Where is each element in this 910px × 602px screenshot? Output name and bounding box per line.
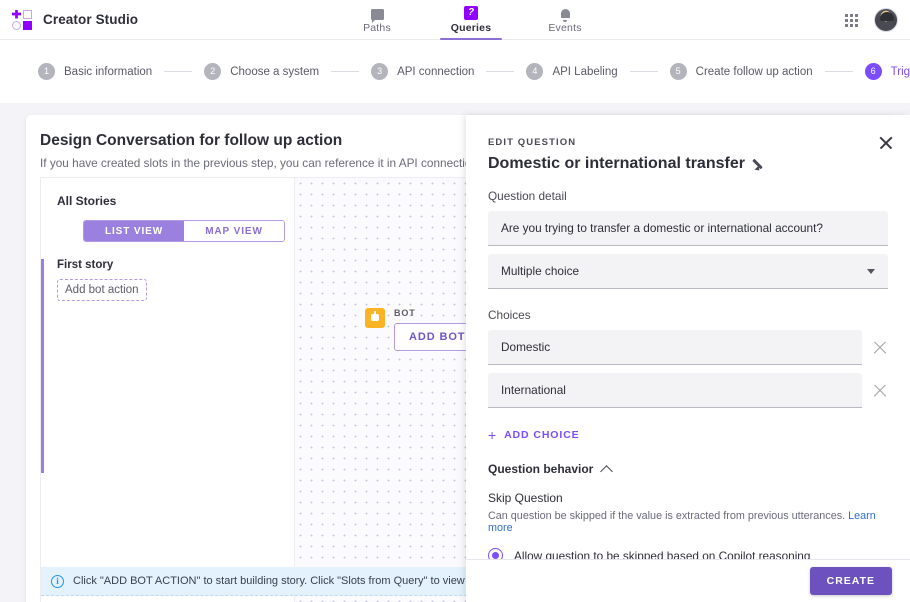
choice-row: Domestic [488,330,888,365]
info-toast: i Click "ADD BOT ACTION" to start buildi… [41,567,507,596]
app-root: Creator Studio Paths ? Queries Events 1 … [0,0,910,602]
stepper-step-3[interactable]: 3 API connection [371,63,474,80]
stepper-step-2[interactable]: 2 Choose a system [204,63,319,80]
stepper-step-number: 6 [864,63,882,80]
remove-choice-icon[interactable] [872,383,888,399]
stories-title: All Stories [57,194,117,208]
choice-input[interactable]: Domestic [488,330,862,365]
main-nav: Paths ? Queries Events [330,0,612,40]
question-behavior-title: Question behavior [488,462,594,476]
stepper-step-label: Create follow up action [695,65,813,78]
bell-icon [560,6,571,22]
top-right-actions [845,0,898,40]
stepper-step-number: 5 [669,63,687,80]
list-view-button[interactable]: LIST VIEW [84,221,184,241]
stepper-step-label: Basic information [64,65,153,78]
radio-option-allow-skip[interactable]: Allow question to be skipped based on Co… [488,548,888,559]
chevron-down-icon[interactable] [867,269,875,274]
stepper-step-label: API connection [397,65,475,78]
question-box-icon: ? [464,6,478,20]
add-choice-button[interactable]: + ADD CHOICE [488,428,888,442]
nav-item-events[interactable]: Events [518,0,612,40]
chat-bubble-icon [370,6,384,23]
stepper-step-1[interactable]: 1 Basic information [38,63,152,80]
stepper-step-label: Triggering and [890,65,910,78]
add-bot-action-placeholder[interactable]: Add bot action [57,279,147,301]
question-type-select[interactable]: Multiple choice [488,254,888,289]
stepper-step-number: 2 [204,63,222,80]
info-toast-text: Click "ADD BOT ACTION" to start building… [73,575,507,587]
question-behavior-toggle[interactable]: Question behavior [488,462,888,478]
stepper-connector [629,71,658,72]
apps-grid-icon[interactable] [845,13,858,27]
skip-question-description: Can question be skipped if the value is … [488,510,888,534]
create-button[interactable]: CREATE [809,567,892,595]
top-bar: Creator Studio Paths ? Queries Events [0,0,910,40]
brand[interactable]: Creator Studio [0,9,139,30]
map-view-button[interactable]: MAP VIEW [184,221,284,241]
nav-item-queries[interactable]: ? Queries [424,0,518,40]
radio-selected-icon [488,548,503,559]
choice-row: International [488,373,888,408]
close-icon[interactable] [876,133,896,153]
stepper-connector [486,71,515,72]
choices-label: Choices [488,308,531,322]
chevron-up-icon [600,464,614,478]
question-title: Domestic or international transfer [488,155,745,172]
pencil-icon[interactable] [754,157,768,171]
remove-choice-icon[interactable] [872,340,888,356]
wizard-stepper: 1 Basic information 2 Choose a system 3 API c… [0,40,910,103]
stepper-step-label: Choose a system [230,65,320,78]
nav-label-queries: Queries [450,22,492,34]
stepper-connector [824,71,853,72]
brand-name: Creator Studio [43,12,139,27]
radio-label-allow-skip: Allow question to be skipped based on Co… [514,548,811,560]
stepper-step-number: 1 [38,63,55,80]
panel-eyebrow: EDIT QUESTION [488,137,577,148]
nav-label-paths: Paths [363,22,391,34]
stepper-connector [331,71,360,72]
view-toggle: LIST VIEW MAP VIEW [83,220,285,242]
stepper-step-4[interactable]: 4 API Labeling [526,63,618,80]
avatar[interactable] [874,8,898,32]
stepper-step-6[interactable]: 6 Triggering and [864,63,910,80]
stories-pane: All Stories LIST VIEW MAP VIEW First sto… [41,178,295,602]
stepper-step-label: API Labeling [552,65,618,78]
robot-icon [365,308,385,328]
story-name: First story [57,259,114,271]
plus-icon: + [488,427,498,443]
stepper-step-number: 4 [526,63,544,80]
stepper-step-number: 3 [371,63,389,80]
story-accent-bar [41,259,44,473]
question-type-select-row: Multiple choice [488,254,888,289]
nav-item-paths[interactable]: Paths [330,0,424,40]
question-detail-label: Question detail [488,189,567,203]
add-choice-label: ADD CHOICE [504,429,580,441]
skip-desc-text: Can question be skipped if the value is … [488,510,846,522]
story-item: First story Add bot action [41,259,294,473]
studio-logo-icon [12,9,32,30]
skip-question-title: Skip Question [488,491,563,505]
panel-footer: CREATE [466,559,910,602]
question-title-row: Domestic or international transfer [488,155,888,173]
question-detail-input[interactable]: Are you trying to transfer a domestic or… [488,211,888,246]
nav-label-events: Events [548,22,582,34]
choice-input[interactable]: International [488,373,862,408]
edit-question-body: EDIT QUESTION Domestic or international … [466,115,910,559]
info-circle-icon: i [51,574,64,588]
stepper-step-5[interactable]: 5 Create follow up action [669,63,813,80]
stepper-connector [164,71,193,72]
edit-question-panel: EDIT QUESTION Domestic or international … [466,115,910,602]
